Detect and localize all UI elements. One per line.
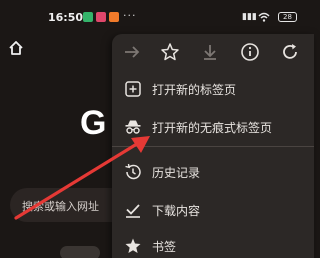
menu-item-bookmarks[interactable]: 书签	[112, 228, 314, 258]
wechat-notification-icon	[83, 12, 93, 22]
info-icon	[241, 43, 259, 61]
status-bar: 16:50 ··· ▮▮▮ 28	[0, 0, 314, 36]
home-icon	[9, 41, 23, 55]
bookmark-star-icon	[124, 237, 142, 255]
search-placeholder: 搜索或输入网址	[22, 200, 99, 213]
star-icon	[161, 43, 179, 61]
new-tab-icon	[124, 80, 142, 98]
bookmark-button[interactable]	[160, 42, 180, 62]
signal-icon: ▮▮▮	[242, 12, 257, 22]
menu-item-label: 书签	[152, 240, 177, 254]
app-notification-icon	[109, 12, 119, 22]
more-notifications-icon: ···	[123, 9, 137, 22]
menu-item-label: 打开新的标签页	[152, 83, 237, 97]
download-check-icon	[124, 201, 142, 219]
menu-item-new-incognito-tab[interactable]: 打开新的无痕式标签页	[112, 109, 314, 145]
battery-icon: 28	[278, 12, 297, 22]
menu-divider	[112, 146, 314, 147]
menu-item-label: 打开新的无痕式标签页	[152, 121, 273, 135]
menu-item-label: 下载内容	[152, 204, 201, 218]
status-time: 16:50	[48, 11, 84, 24]
home-button[interactable]	[8, 40, 24, 56]
wifi-icon	[258, 12, 270, 25]
page-info-button[interactable]	[240, 42, 260, 62]
app-notification-icon	[96, 12, 106, 22]
menu-item-downloads[interactable]: 下载内容	[112, 192, 314, 228]
overflow-menu: 打开新的标签页 打开新的无痕式标签页 历史记录 下载内容 书签	[112, 34, 314, 258]
download-icon	[204, 45, 216, 60]
menu-item-new-tab[interactable]: 打开新的标签页	[112, 71, 314, 107]
incognito-icon	[124, 118, 142, 136]
shortcut-tile[interactable]	[60, 246, 100, 258]
download-button[interactable]	[200, 42, 220, 62]
refresh-button[interactable]	[280, 42, 300, 62]
menu-toolbar	[112, 34, 314, 70]
menu-item-label: 历史记录	[152, 166, 201, 180]
menu-item-history[interactable]: 历史记录	[112, 154, 314, 190]
forward-icon	[125, 46, 140, 58]
history-icon	[124, 163, 142, 181]
forward-button[interactable]	[122, 42, 142, 62]
google-logo: G	[80, 104, 107, 142]
refresh-icon	[283, 44, 297, 59]
